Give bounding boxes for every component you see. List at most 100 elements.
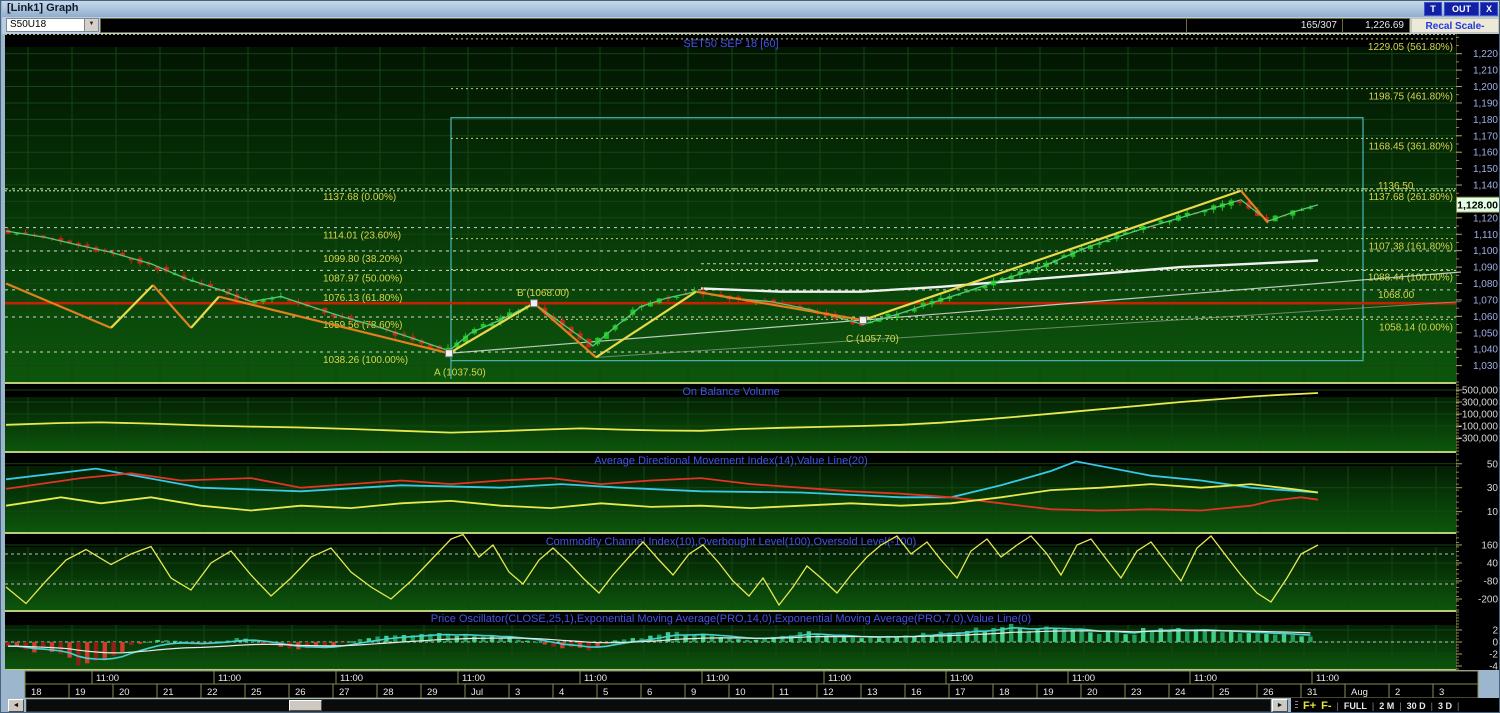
window-title: [Link1] Graph <box>7 2 79 14</box>
obv-panel[interactable]: On Balance Volume 500,000300,000100,000-1… <box>5 384 1499 453</box>
svg-text:50: 50 <box>1487 459 1499 470</box>
date-label: 9 <box>691 687 696 698</box>
svg-text:1,160: 1,160 <box>1473 148 1498 159</box>
svg-text:1,200: 1,200 <box>1473 82 1498 93</box>
date-label: 25 <box>251 687 262 698</box>
date-label: 22 <box>207 687 218 698</box>
swing-marker <box>859 316 867 325</box>
svg-text:-80: -80 <box>1484 577 1499 588</box>
swing-label: C (1057.70) <box>846 334 899 345</box>
date-label: 24 <box>1175 687 1186 698</box>
svg-text:1,140: 1,140 <box>1473 181 1498 192</box>
fib-extension-label: 1198.75 (461.80%) <box>1369 92 1453 103</box>
symbol-value: S50U18 <box>10 19 47 30</box>
bottom-bar: ◄ ► F+ F- | FULL | 2 M | 30 D | 3 D | <box>2 698 1499 712</box>
date-label: 16 <box>911 687 922 698</box>
fib-extension-label: 1168.45 (361.80%) <box>1369 141 1453 152</box>
time-label: 11:00 <box>1194 673 1217 684</box>
swing-marker <box>445 349 453 358</box>
chart-canvas[interactable]: 1137.68 (0.00%) 1114.01 (23.60%) 1099.80 (… <box>1 34 1500 698</box>
svg-text:1,090: 1,090 <box>1473 263 1498 274</box>
symbol-select[interactable]: S50U18 ▼ <box>6 18 99 32</box>
svg-text:500,000: 500,000 <box>1462 386 1499 397</box>
svg-text:1,190: 1,190 <box>1473 98 1498 109</box>
adx-panel[interactable]: Average Directional Movement Index(14),V… <box>5 453 1499 534</box>
view-button-f-[interactable]: F- <box>1321 700 1331 712</box>
view-buttons-panel: F+ F- | FULL | 2 M | 30 D | 3 D | <box>1291 698 1499 712</box>
scroll-left-button[interactable]: ◄ <box>8 699 24 712</box>
fib-retracement-label: 1114.01 (23.60%) <box>323 231 401 242</box>
toolbar-strip: 165/307 1,226.69 <box>100 18 1410 33</box>
svg-text:Price Oscillator(CLOSE,25,1),E: Price Oscillator(CLOSE,25,1),Exponential… <box>431 613 1031 625</box>
date-label: 2 <box>1395 687 1400 698</box>
svg-text:30: 30 <box>1487 483 1499 494</box>
view-button-full[interactable]: FULL <box>1344 701 1367 711</box>
fib-extension-label: 1229.05 (561.80%) <box>1368 42 1453 53</box>
svg-text:0: 0 <box>1492 638 1498 649</box>
bars-count: 165/307 <box>1186 19 1343 32</box>
date-label: 13 <box>867 687 878 698</box>
titlebar-button-out[interactable]: OUT <box>1444 2 1479 16</box>
fib-retracement-label: 1087.97 (50.00%) <box>323 273 403 284</box>
titlebar-button-t[interactable]: T <box>1424 2 1442 16</box>
date-label: 3 <box>1439 687 1444 698</box>
swing-label: B (1068.00) <box>517 288 569 299</box>
scrollbar-track[interactable] <box>26 699 1271 712</box>
view-button-30d[interactable]: 30 D <box>1407 701 1426 711</box>
svg-text:1,150: 1,150 <box>1473 164 1498 175</box>
scrollbar-thumb[interactable] <box>289 700 322 711</box>
svg-text:-2: -2 <box>1489 650 1498 661</box>
svg-text:1,060: 1,060 <box>1473 312 1498 323</box>
date-label: 10 <box>735 687 746 698</box>
date-label: 28 <box>383 687 394 698</box>
svg-text:1,170: 1,170 <box>1473 131 1498 142</box>
svg-text:1,030: 1,030 <box>1473 361 1498 372</box>
time-label: 11:00 <box>462 673 485 684</box>
date-label: 26 <box>1263 687 1274 698</box>
svg-text:1,210: 1,210 <box>1473 66 1498 77</box>
view-button-2m[interactable]: 2 M <box>1379 701 1394 711</box>
svg-text:1,040: 1,040 <box>1473 345 1498 356</box>
date-label: 3 <box>515 687 520 698</box>
time-label: 11:00 <box>584 673 607 684</box>
svg-text:Average Directional Movement I: Average Directional Movement Index(14),V… <box>594 455 868 467</box>
svg-text:SET50 SEP 18 [60]: SET50 SEP 18 [60] <box>683 38 778 50</box>
svg-text:-200: -200 <box>1478 595 1498 606</box>
scroll-right-button[interactable]: ► <box>1272 699 1288 712</box>
svg-text:On Balance Volume: On Balance Volume <box>682 386 779 398</box>
time-label: 11:00 <box>950 673 973 684</box>
fib-retracement-label: 1099.80 (38.20%) <box>323 254 403 265</box>
date-label: 25 <box>1219 687 1230 698</box>
date-label: 6 <box>647 687 652 698</box>
date-label: 12 <box>823 687 834 698</box>
close-button[interactable]: X <box>1480 2 1498 16</box>
svg-text:40: 40 <box>1487 558 1499 569</box>
time-label: 11:00 <box>218 673 241 684</box>
swing-label: A (1037.50) <box>434 367 486 378</box>
date-label: 27 <box>339 687 350 698</box>
svg-text:1,110: 1,110 <box>1474 230 1499 241</box>
recal-scale-button[interactable]: Recal Scale-Linear <box>1411 18 1499 47</box>
chevron-down-icon[interactable]: ▼ <box>84 19 98 31</box>
time-label: 11:00 <box>706 673 729 684</box>
toolbar: S50U18 ▼ 165/307 1,226.69 Recal Scale-Li… <box>2 17 1499 47</box>
svg-text:1,070: 1,070 <box>1473 295 1498 306</box>
date-label: 11 <box>779 687 789 698</box>
graph-window: [Link1] Graph T OUT X S50U18 ▼ 165/307 1… <box>0 0 1500 713</box>
svg-text:300,000: 300,000 <box>1462 398 1499 409</box>
date-label: 19 <box>75 687 86 698</box>
svg-text:-300,000: -300,000 <box>1459 434 1499 445</box>
view-button-f+[interactable]: F+ <box>1303 700 1316 712</box>
date-label: 31 <box>1307 687 1318 698</box>
cci-panel[interactable]: Commodity Channel Index(10),Overbought L… <box>5 534 1499 612</box>
date-axis-row: 18 19 20 21 22 25 26 27 28 29 Jul 3 4 5 6 9 10 11 12 13 16 17… <box>24 683 1479 698</box>
date-label: 5 <box>603 687 608 698</box>
view-button-3d[interactable]: 3 D <box>1438 701 1452 711</box>
svg-text:1,220: 1,220 <box>1473 49 1498 60</box>
svg-text:1,080: 1,080 <box>1473 279 1498 290</box>
svg-text:160: 160 <box>1481 540 1498 551</box>
date-label: 20 <box>1087 687 1098 698</box>
titlebar[interactable]: [Link1] Graph T OUT X <box>2 1 1499 18</box>
svg-text:-100,000: -100,000 <box>1459 422 1499 433</box>
date-label: 17 <box>955 687 966 698</box>
